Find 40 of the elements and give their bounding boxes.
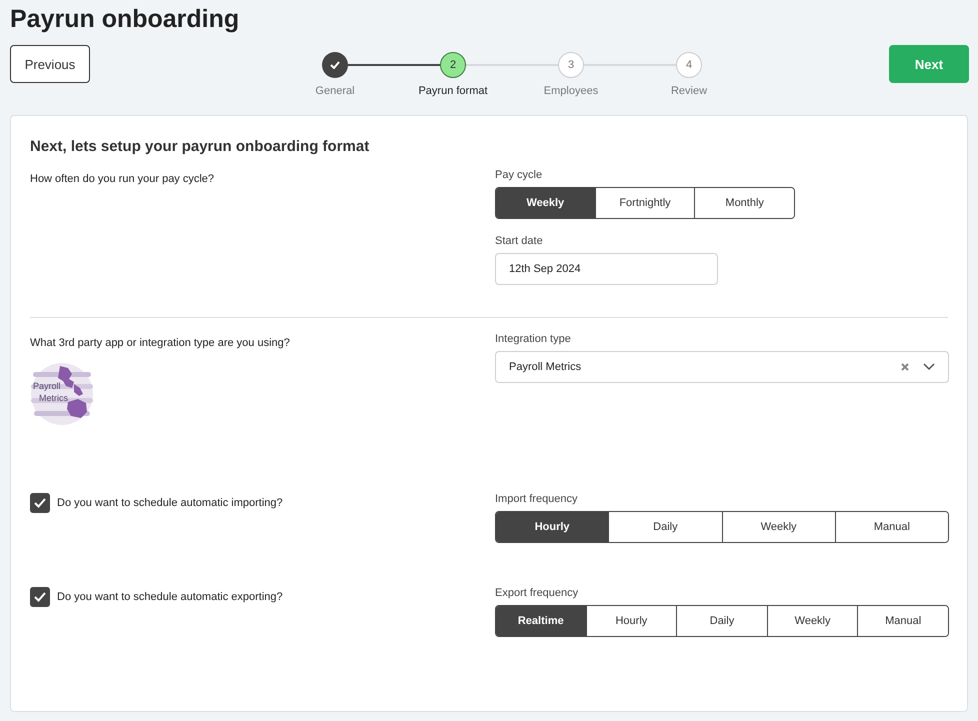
check-icon (34, 498, 46, 508)
step-circle[interactable]: 3 (558, 52, 584, 78)
question-text: Do you want to schedule automatic exporting? (57, 591, 283, 603)
segment-option[interactable]: Manual (857, 606, 948, 636)
checkbox[interactable] (30, 493, 50, 513)
form-heading: Next, lets setup your payrun onboarding format (30, 138, 370, 155)
field-label: Pay cycle (495, 169, 544, 181)
step-circle[interactable]: 4 (676, 52, 702, 78)
date-field[interactable]: 12th Sep 2024 (495, 253, 718, 285)
step-number: 4 (686, 59, 692, 71)
step-circle[interactable] (322, 52, 348, 78)
select-field[interactable]: Payroll Metrics (495, 351, 949, 383)
globe-drawing (30, 362, 94, 426)
step-circle[interactable]: 2 (440, 52, 466, 78)
step-number: 3 (568, 59, 574, 71)
field-label: Export frequency (495, 587, 580, 599)
field-label: Start date (495, 235, 544, 247)
question-text: How often do you run your pay cycle? (30, 173, 214, 185)
step-label: Employees (544, 85, 598, 97)
step-label: Review (670, 85, 708, 97)
check-icon (34, 592, 46, 602)
field-label: Import frequency (495, 493, 579, 505)
segment-option[interactable]: Weekly (496, 188, 595, 218)
segment-option[interactable]: Hourly (496, 512, 608, 542)
chevron-down-icon[interactable] (923, 363, 935, 371)
question-text: Do you want to schedule automatic importing? (57, 497, 283, 509)
checkbox[interactable] (30, 587, 50, 607)
segment-option[interactable]: Realtime (496, 606, 586, 636)
step-label: General (315, 85, 355, 97)
previous-button[interactable]: Previous (10, 45, 90, 83)
question-text: What 3rd party app or integration type are you using? (30, 337, 290, 349)
segment-option[interactable]: Manual (834, 512, 948, 542)
check-icon (330, 61, 340, 69)
step-label: Payrun format (418, 85, 488, 97)
step-number: 2 (450, 59, 456, 71)
page-title: Payrun onboarding (10, 4, 240, 34)
field-label: Integration type (495, 333, 572, 345)
clear-icon[interactable] (901, 363, 909, 371)
logo-text: Payroll Metrics (33, 380, 68, 404)
segment-option[interactable]: Monthly (694, 188, 794, 218)
